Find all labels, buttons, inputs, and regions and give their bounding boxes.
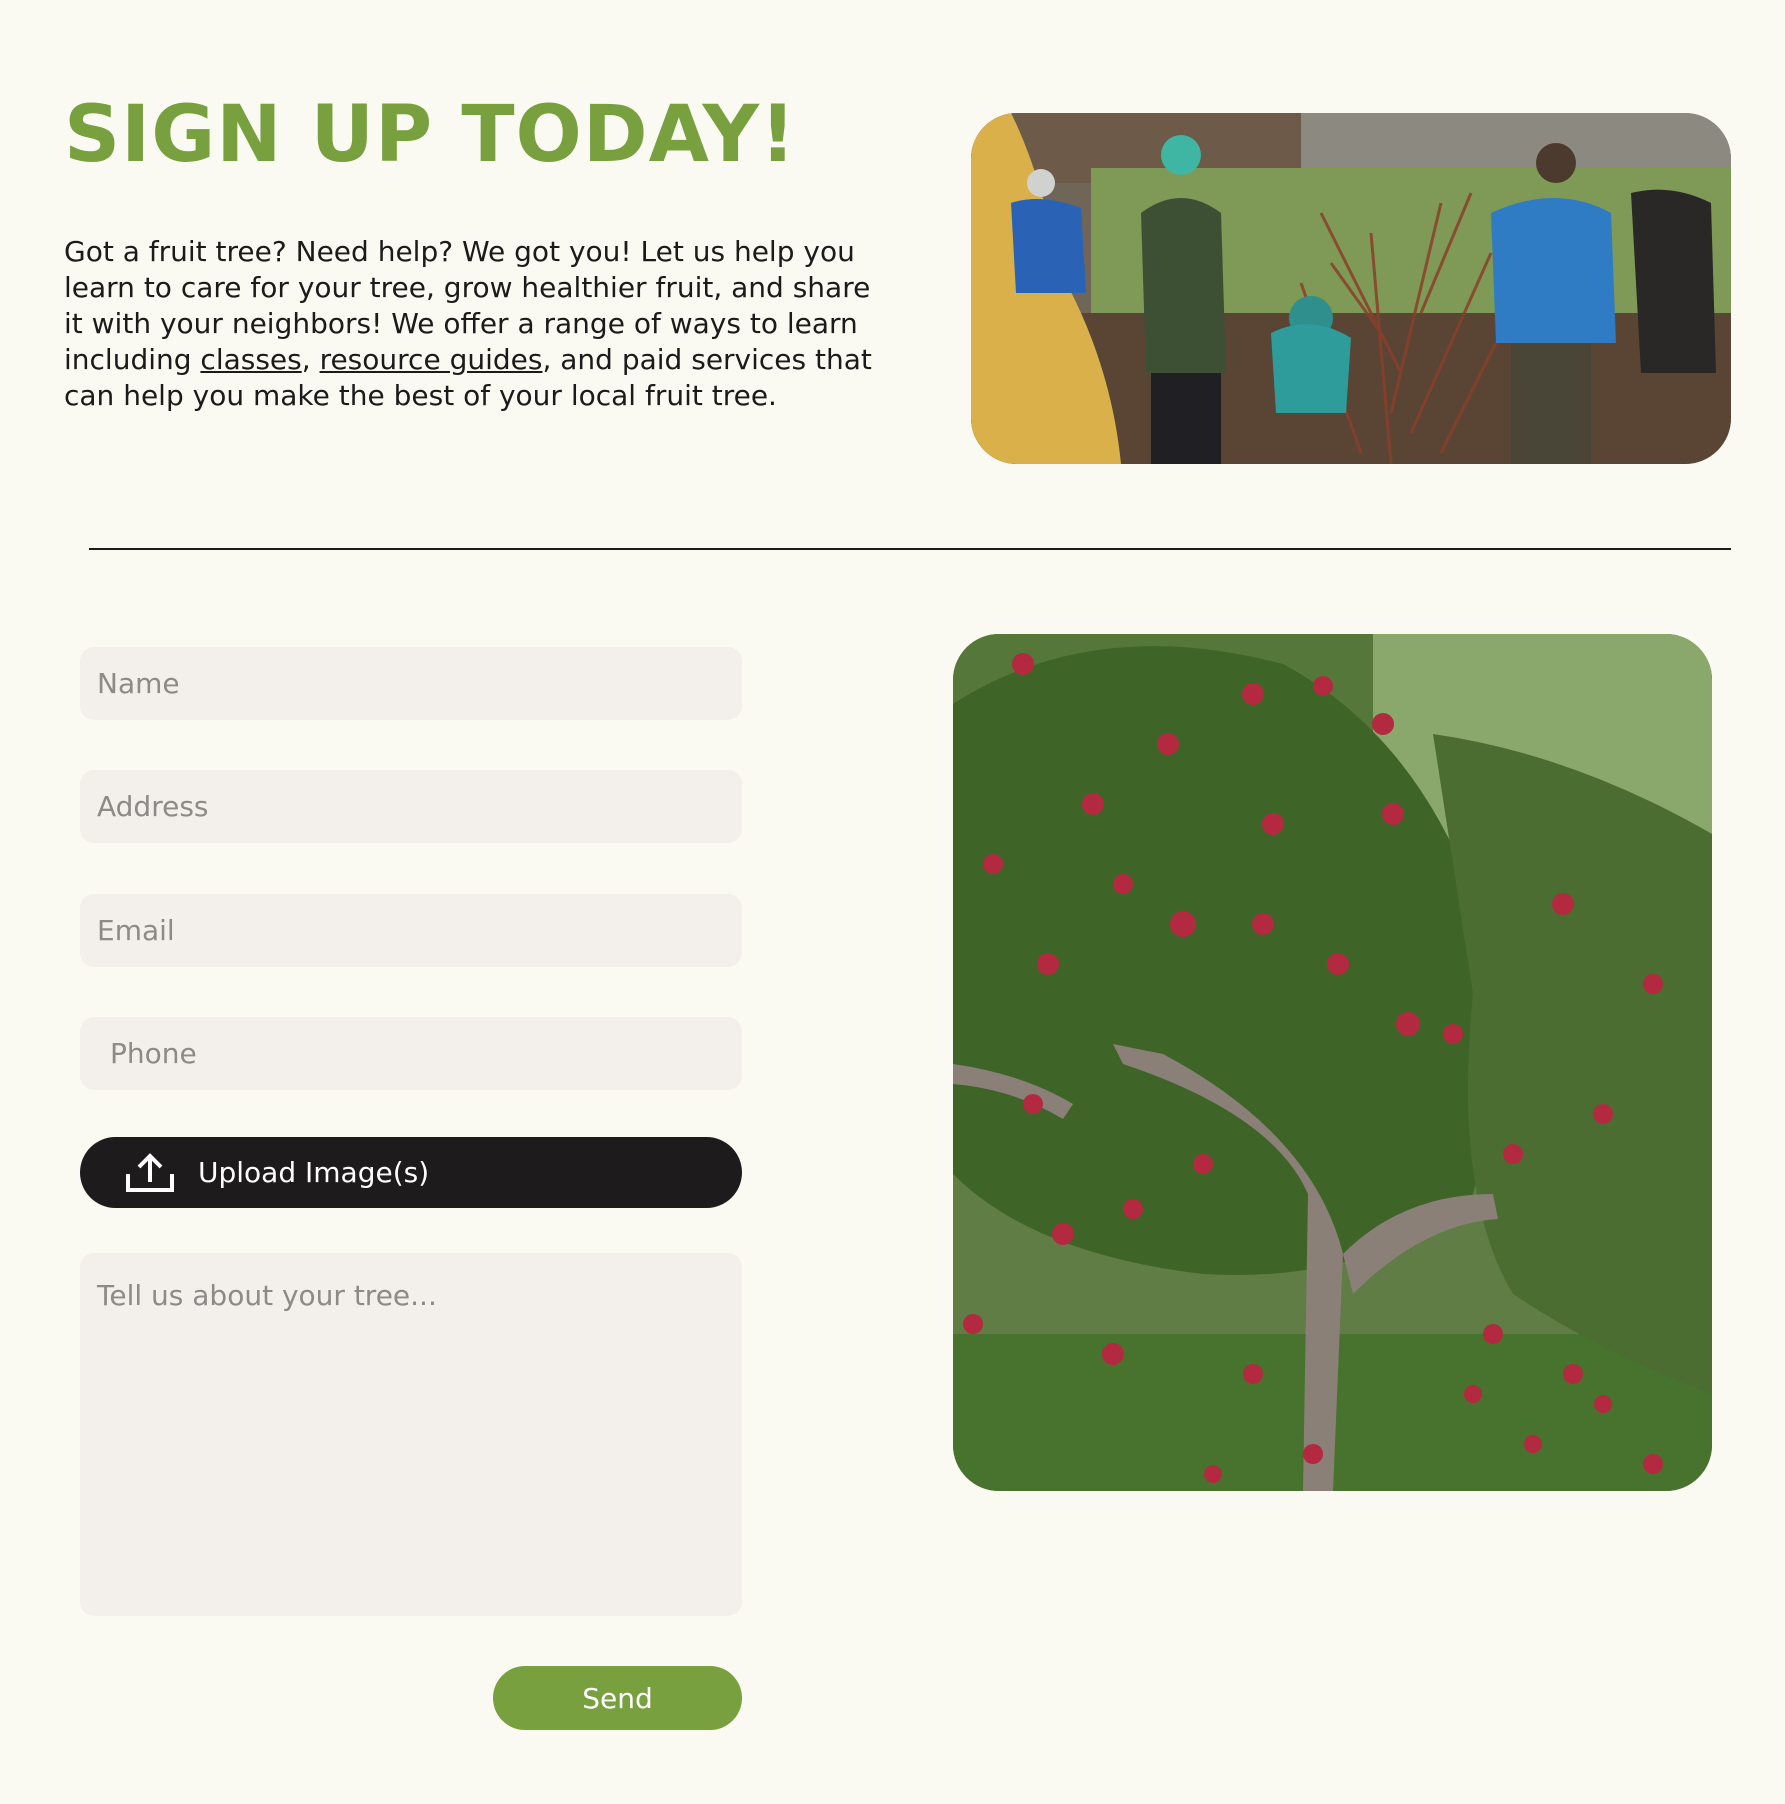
upload-images-label: Upload Image(s) — [198, 1156, 430, 1189]
pruning-class-photo — [971, 113, 1731, 464]
address-field[interactable] — [80, 770, 742, 843]
send-button[interactable]: Send — [493, 1666, 742, 1730]
tree-description-field[interactable] — [80, 1253, 742, 1616]
classes-link[interactable]: classes — [200, 343, 301, 376]
email-field[interactable] — [80, 894, 742, 967]
intro-paragraph: Got a fruit tree? Need help? We got you!… — [64, 234, 894, 414]
intro-separator: , — [301, 343, 320, 376]
apple-tree-photo — [953, 634, 1712, 1491]
resource-guides-link[interactable]: resource guides — [320, 343, 543, 376]
section-divider — [89, 548, 1731, 550]
upload-images-button[interactable]: Upload Image(s) — [80, 1137, 742, 1208]
page-title: SIGN UP TODAY! — [64, 90, 797, 180]
name-field[interactable] — [80, 647, 742, 720]
phone-field[interactable] — [80, 1017, 742, 1090]
upload-icon — [126, 1152, 174, 1192]
